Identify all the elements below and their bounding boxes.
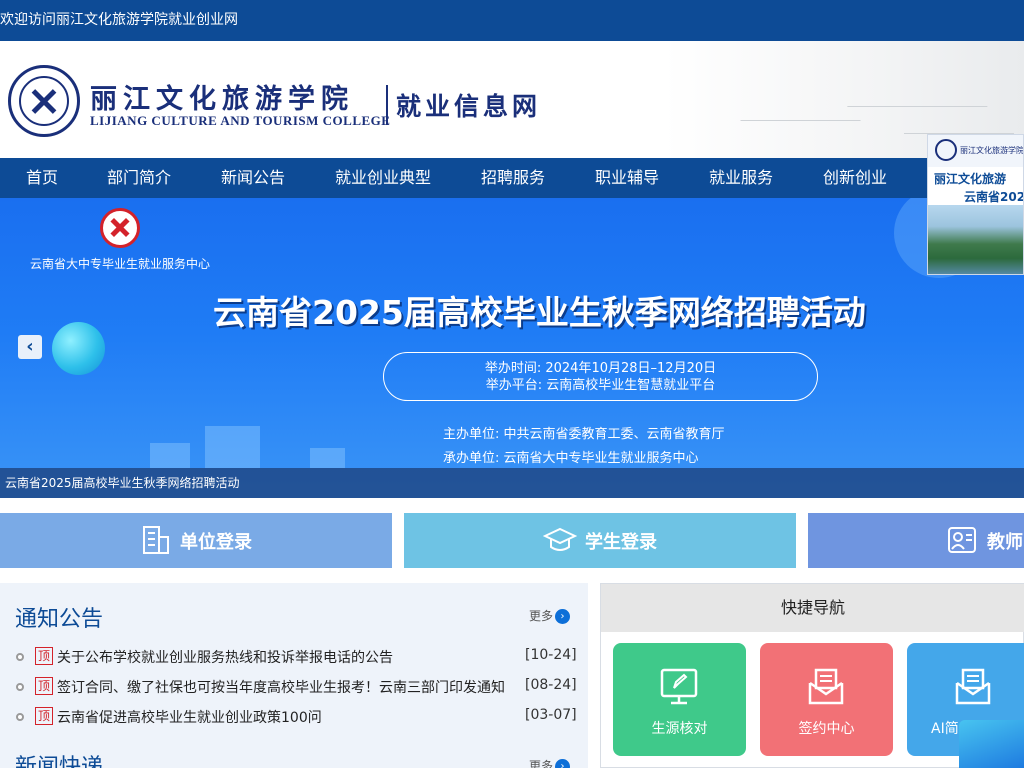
bullet-icon: [16, 713, 24, 721]
student-login-button[interactable]: 学生登录: [404, 513, 796, 568]
nav-item-home[interactable]: 首页: [26, 158, 58, 198]
list-item[interactable]: 顶 签订合同、缴了社保也可按当年度高校毕业生报考！云南三部门印发通知 [08-2…: [0, 674, 588, 700]
quick-tile-label: 签约中心: [798, 721, 855, 737]
news-title: 新闻快递: [15, 755, 104, 768]
envelope-document-icon: [955, 668, 991, 705]
teacher-icon: [948, 527, 976, 553]
quick-tile-label: 生源核对: [651, 721, 708, 737]
banner-title: 云南省2025届高校毕业生秋季网络招聘活动: [213, 293, 866, 332]
banner-carousel[interactable]: 云南省大中专毕业生就业服务中心 云南省2025届高校毕业生秋季网络招聘活动 举办…: [0, 198, 1024, 498]
nav-item-career-guidance[interactable]: 职业辅导: [595, 158, 659, 198]
top-badge: 顶: [35, 647, 53, 665]
banner-org-name: 云南省大中专毕业生就业服务中心: [30, 257, 211, 271]
notice-link[interactable]: 签订合同、缴了社保也可按当年度高校毕业生报考！云南三部门印发通知: [57, 677, 505, 697]
banner-platform-line: 举办平台: 云南高校毕业生智慧就业平台: [485, 378, 716, 393]
notice-date: [03-07]: [525, 707, 577, 723]
welcome-text: 欢迎访问丽江文化旅游学院就业创业网: [0, 12, 238, 28]
notice-date: [10-24]: [525, 647, 577, 663]
teacher-login-label: 教师: [987, 532, 1023, 553]
header-divider: [386, 85, 388, 125]
side-ad-school-name: 丽江文化旅游学院: [960, 146, 1024, 155]
side-ad-line2: 云南省202: [964, 190, 1024, 204]
student-login-label: 学生登录: [585, 532, 657, 553]
list-item[interactable]: 顶 关于公布学校就业创业服务热线和投诉举报电话的公告 [10-24]: [0, 644, 588, 670]
teacher-login-button[interactable]: 教师: [808, 513, 1024, 568]
notice-link[interactable]: 关于公布学校就业创业服务热线和投诉举报电话的公告: [57, 647, 393, 667]
news-more-label: 更多: [529, 759, 554, 768]
banner-organizer-line: 承办单位: 云南省大中专毕业生就业服务中心: [443, 451, 699, 466]
list-item[interactable]: 顶 云南省促进高校毕业生就业创业政策100问 [03-07]: [0, 704, 588, 730]
floating-assistant-icon[interactable]: [959, 720, 1024, 768]
notice-more-link[interactable]: 更多 ›: [529, 607, 571, 624]
banner-host-line: 主办单位: 中共云南省委教育工委、云南省教育厅: [443, 427, 725, 442]
quick-nav-title: 快捷导航: [601, 584, 1024, 632]
building-icon: [143, 526, 169, 554]
main-nav: 首页 部门简介 新闻公告 就业创业典型 招聘服务 职业辅导 就业服务 创新创业: [0, 158, 1024, 198]
nav-item-news[interactable]: 新闻公告: [221, 158, 285, 198]
unit-login-button[interactable]: 单位登录: [0, 513, 392, 568]
quick-tile-signing-center[interactable]: 签约中心: [760, 643, 893, 756]
school-logo-icon[interactable]: [8, 65, 80, 137]
more-arrow-icon: ›: [555, 609, 571, 624]
more-arrow-icon: ›: [555, 759, 571, 768]
graduation-cap-icon: [543, 527, 577, 551]
decor-bubble: [52, 322, 105, 375]
bullet-icon: [16, 683, 24, 691]
top-badge: 顶: [35, 677, 53, 695]
decor-block: [150, 443, 190, 468]
side-ad-photo: [928, 205, 1023, 274]
envelope-document-icon: [808, 668, 844, 705]
side-ad-header: 丽江文化旅游学院: [928, 135, 1024, 167]
unit-login-label: 单位登录: [180, 532, 252, 553]
welcome-bar: 欢迎访问丽江文化旅游学院就业创业网: [0, 0, 1024, 41]
decor-block: [310, 448, 345, 468]
notice-link[interactable]: 云南省促进高校毕业生就业创业政策100问: [57, 707, 322, 727]
nav-item-innovation[interactable]: 创新创业: [823, 158, 887, 198]
bullet-icon: [16, 653, 24, 661]
carousel-prev-button[interactable]: ‹: [18, 335, 42, 359]
floating-side-ad[interactable]: 丽江文化旅游学院 丽江文化旅游 云南省202: [927, 134, 1024, 275]
employment-center-logo-icon: [100, 208, 140, 248]
nav-item-employment-service[interactable]: 就业服务: [709, 158, 773, 198]
nav-item-typical[interactable]: 就业创业典型: [335, 158, 431, 198]
school-name-en: LIJIANG CULTURE AND TOURISM COLLEGE: [90, 113, 391, 128]
notice-panel: 通知公告 更多 › 顶 关于公布学校就业创业服务热线和投诉举报电话的公告 [10-…: [0, 583, 588, 768]
nav-item-department[interactable]: 部门简介: [107, 158, 171, 198]
school-name-cn: 丽江文化旅游学院: [90, 84, 354, 115]
decor-block: [205, 426, 260, 468]
top-badge: 顶: [35, 707, 53, 725]
quick-tile-source-check[interactable]: 生源核对: [613, 643, 746, 756]
side-ad-line1: 丽江文化旅游: [934, 172, 1007, 186]
site-name: 就业信息网: [396, 92, 542, 121]
news-more-link[interactable]: 更多 ›: [529, 757, 571, 768]
site-header: 丽江文化旅游学院 LIJIANG CULTURE AND TOURISM COL…: [0, 41, 1024, 158]
banner-caption-text: 云南省2025届高校毕业生秋季网络招聘活动: [5, 476, 240, 490]
banner-caption[interactable]: 云南省2025届高校毕业生秋季网络招聘活动: [0, 468, 1024, 498]
notice-more-label: 更多: [529, 609, 554, 623]
nav-item-recruitment[interactable]: 招聘服务: [481, 158, 545, 198]
notice-title: 通知公告: [15, 607, 104, 632]
notice-date: [08-24]: [525, 677, 577, 693]
monitor-edit-icon: [660, 668, 698, 705]
banner-time-line: 举办时间: 2024年10月28日–12月20日: [484, 361, 717, 376]
side-ad-logo-icon: [935, 139, 957, 161]
page: 欢迎访问丽江文化旅游学院就业创业网 丽江文化旅游学院 LIJIANG CULTU…: [0, 0, 1024, 768]
banner-date-box: 举办时间: 2024年10月28日–12月20日 举办平台: 云南高校毕业生智慧…: [383, 352, 818, 401]
